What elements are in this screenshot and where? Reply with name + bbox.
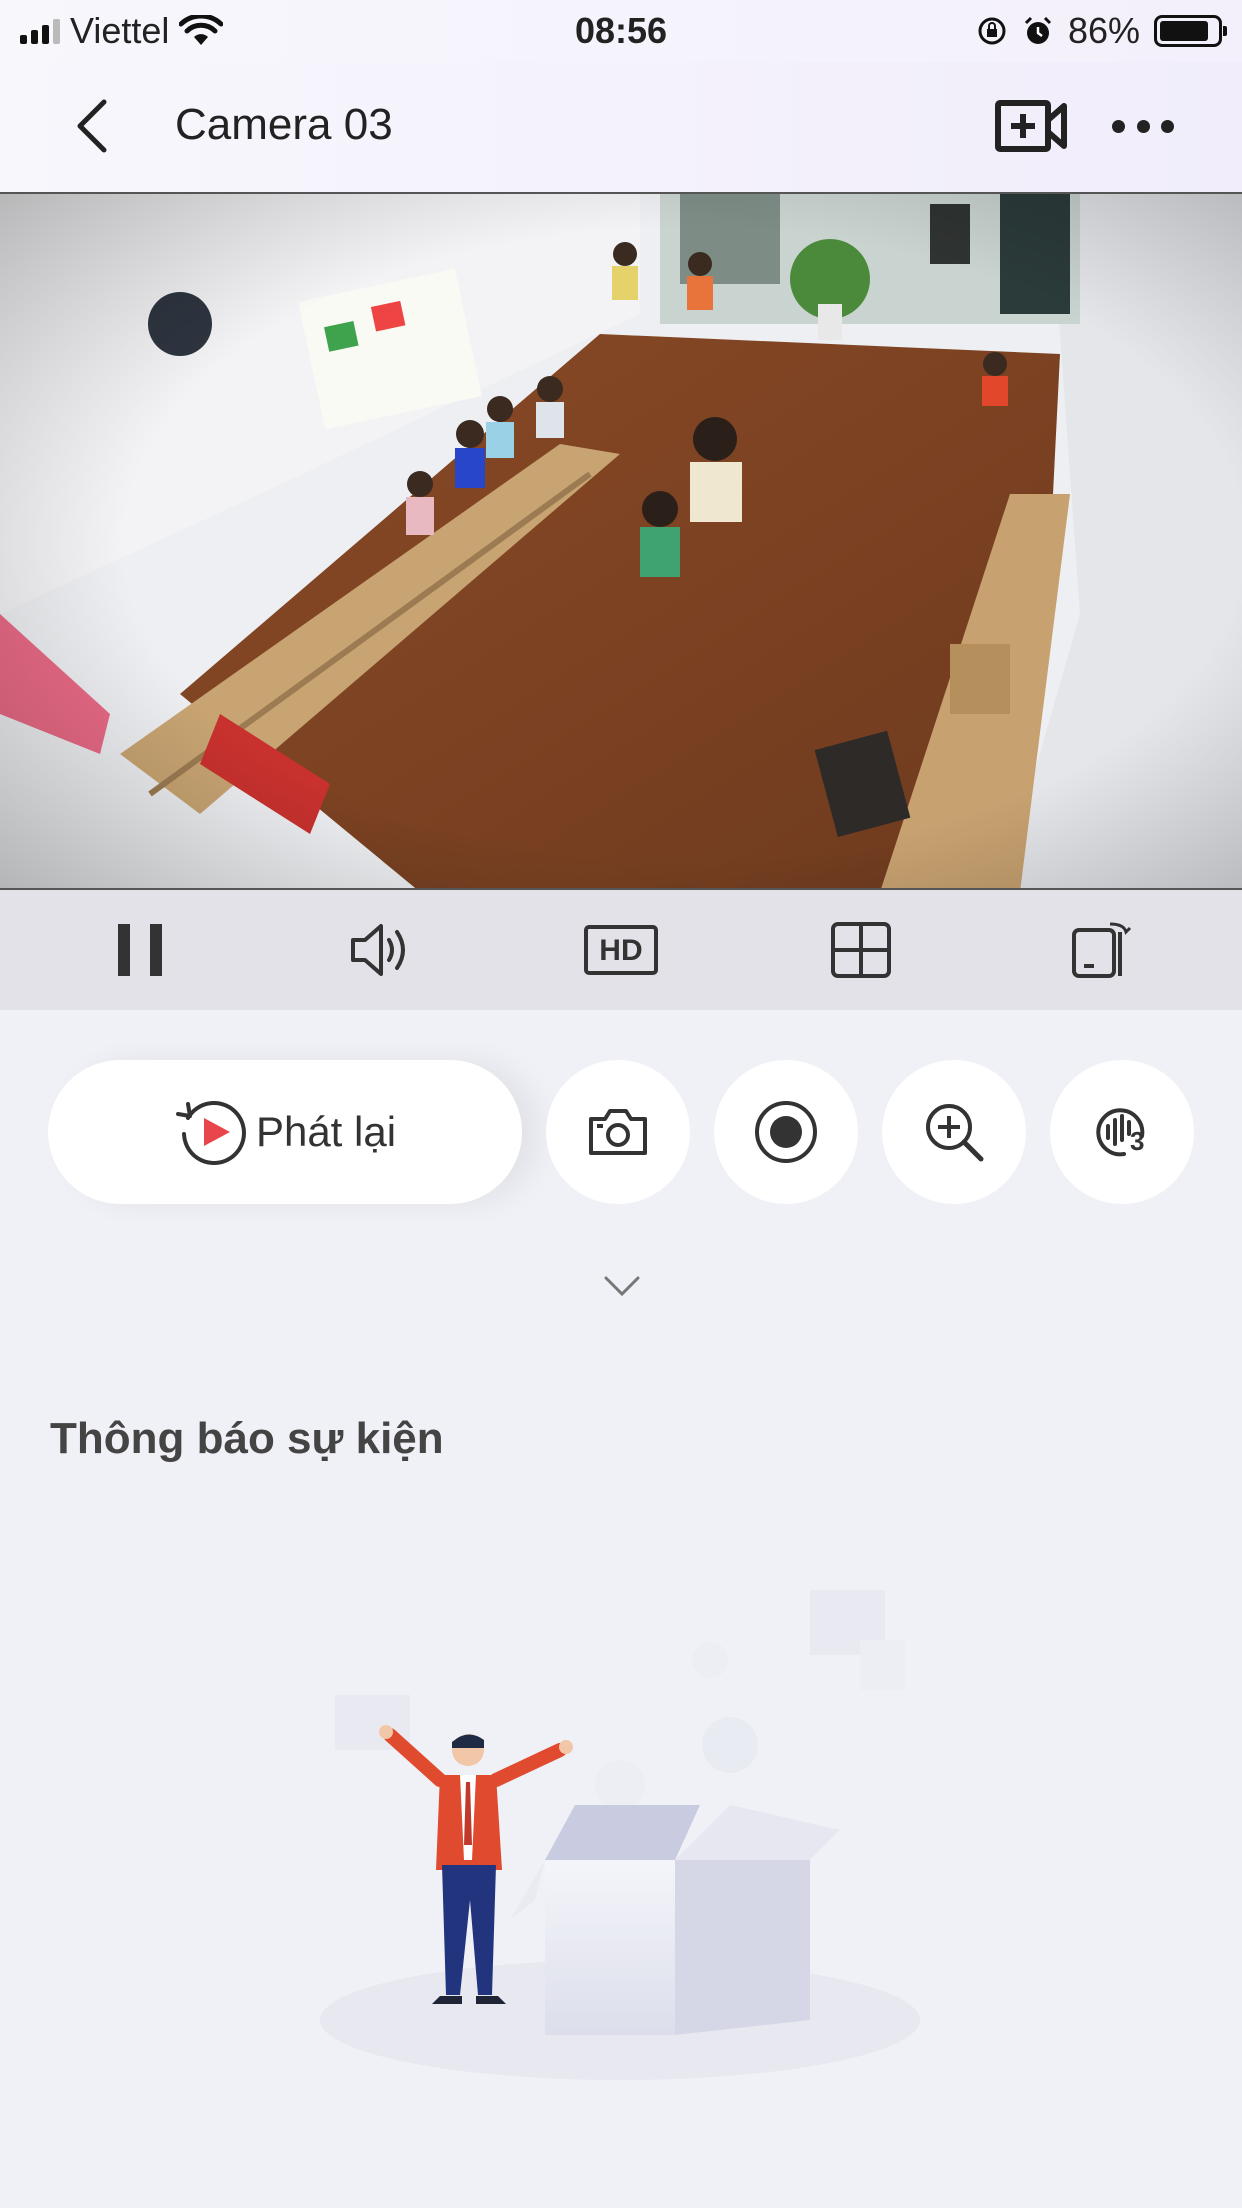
camera-icon: [589, 1109, 647, 1155]
events-title: Thông báo sự kiện: [50, 1414, 444, 1463]
video-plus-icon[interactable]: [995, 98, 1067, 154]
record-icon: [755, 1101, 817, 1163]
record-button[interactable]: [714, 1060, 858, 1204]
clock: 08:56: [574, 10, 668, 51]
voice-badge: 3: [1130, 1126, 1145, 1156]
pause-button[interactable]: [90, 900, 190, 1000]
speaker-icon: [350, 924, 405, 976]
voice-button[interactable]: 3: [1050, 1060, 1194, 1204]
snapshot-button[interactable]: [546, 1060, 690, 1204]
status-right: 86%: [976, 10, 1227, 52]
zoom-in-icon: [926, 1104, 984, 1162]
empty-state-illustration: [320, 1590, 920, 2080]
status-bar: Viettel 08:56 86%: [0, 0, 1242, 62]
rotation-lock-icon: [978, 17, 1006, 45]
video-frame: [0, 194, 1242, 888]
more-dot: [1112, 119, 1125, 133]
signal-icon: [20, 18, 60, 44]
chevron-down-icon[interactable]: [602, 1272, 642, 1300]
replay-icon: [175, 1101, 246, 1165]
more-button[interactable]: [1112, 114, 1174, 138]
camera-video-feed[interactable]: [0, 192, 1242, 890]
hd-label: HD: [599, 934, 643, 967]
more-dot: [1161, 119, 1174, 133]
action-row: Phát lại 3: [0, 1060, 1242, 1204]
page-title: Camera 03: [175, 100, 393, 149]
battery-icon: [1154, 15, 1227, 47]
carrier-label: Viettel: [70, 10, 170, 51]
battery-percent: 86%: [1067, 10, 1140, 51]
playback-label: Phát lại: [255, 1108, 397, 1155]
zoom-button[interactable]: [882, 1060, 1026, 1204]
pause-icon: [118, 924, 163, 976]
back-icon[interactable]: [70, 96, 120, 156]
status-left: Viettel: [20, 10, 224, 52]
rotate-device-icon: [1071, 922, 1131, 978]
more-dot: [1136, 119, 1150, 133]
grid-button[interactable]: [811, 900, 911, 1000]
wifi-icon: [179, 15, 224, 45]
playback-button[interactable]: Phát lại: [48, 1060, 522, 1204]
rotate-button[interactable]: [1052, 900, 1152, 1000]
video-toolbar: HD: [0, 890, 1242, 1010]
sound-button[interactable]: [331, 900, 431, 1000]
battery-fill: [1160, 21, 1209, 41]
grid-icon: [831, 922, 892, 978]
hd-button[interactable]: HD: [571, 900, 671, 1000]
app-header: Camera 03: [0, 62, 1242, 192]
alarm-icon: [1024, 16, 1051, 44]
